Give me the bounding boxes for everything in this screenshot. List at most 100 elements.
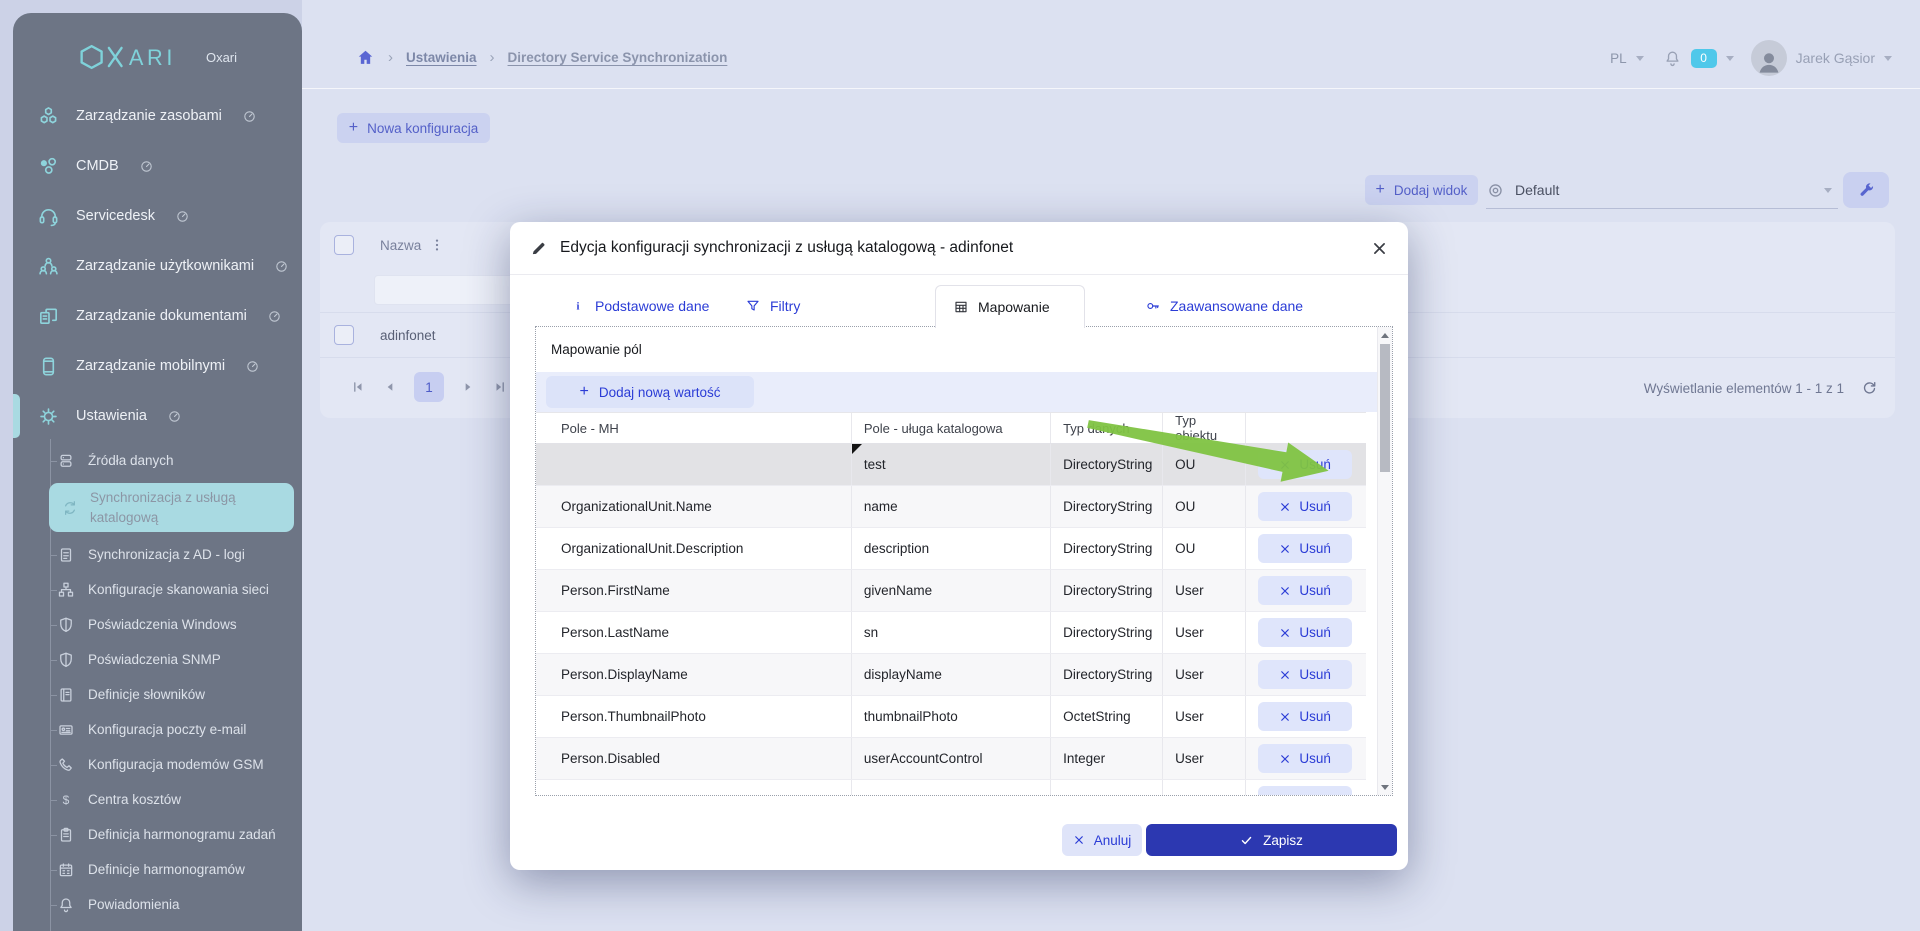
last-page-icon[interactable] (493, 380, 507, 394)
sidebar-item-zarządzanie-zasobami[interactable]: Zarządzanie zasobami (13, 91, 302, 141)
delete-row-button[interactable]: Usuń (1258, 618, 1352, 647)
first-page-icon[interactable] (351, 380, 365, 394)
sidebar-subitem-źródła-danych[interactable]: Źródła danych (13, 443, 302, 478)
page-number-button[interactable]: 1 (414, 372, 444, 402)
home-icon[interactable] (356, 48, 375, 67)
user-name: Jarek Gąsior (1796, 50, 1875, 66)
sidebar-subitem-label: Konfiguracja poczty e-mail (88, 722, 246, 737)
sidebar-subitem-definicja-harmonogramu-zadań[interactable]: Definicja harmonogramu zadań (13, 817, 302, 852)
mapping-row-person-lastname[interactable]: Person.LastNamesnDirectoryStringUserUsuń (536, 612, 1366, 654)
delete-label: Usuń (1299, 751, 1331, 766)
sidebar-subitem-definicje-harmonogramów[interactable]: Definicje harmonogramów (13, 852, 302, 887)
mapping-row-organizationalunit-description[interactable]: OrganizationalUnit.Descriptiondescriptio… (536, 528, 1366, 570)
sidebar-subitem-synchronizacja-z-ad-logi[interactable]: Synchronizacja z AD - logi (13, 537, 302, 572)
grid-settings-button[interactable] (1843, 172, 1889, 208)
edit-configuration-modal: Edycja konfiguracji synchronizacji z usł… (510, 222, 1408, 870)
cell-typ-obiektu: User (1163, 612, 1246, 654)
cell-pole-ldap: name (851, 486, 1050, 528)
column-menu-icon[interactable] (429, 237, 445, 253)
delete-row-button[interactable]: Usuń (1258, 660, 1352, 689)
delete-row-button[interactable]: Usuń (1258, 786, 1352, 796)
sidebar-main-nav: Zarządzanie zasobamiCMDBServicedeskZarzą… (13, 91, 302, 441)
cell-typ-obiektu: User (1163, 780, 1246, 797)
mapping-row-person-firstname[interactable]: Person.FirstNamegivenNameDirectoryString… (536, 570, 1366, 612)
logo[interactable]: ARI Oxari (13, 13, 302, 77)
gauge-icon (267, 309, 282, 324)
x-icon (1279, 669, 1291, 681)
mapping-row-person-thumbnailphoto[interactable]: Person.ThumbnailPhotothumbnailPhotoOctet… (536, 696, 1366, 738)
refresh-icon[interactable] (1860, 379, 1879, 398)
chevron-down-icon[interactable] (1636, 56, 1644, 61)
tab-filtry[interactable]: Filtry (745, 285, 800, 327)
tab-mapowanie[interactable]: Mapowanie (935, 285, 1085, 328)
delete-label: Usuń (1299, 541, 1331, 556)
sidebar-subitem-konfiguracje-skanowania-sieci[interactable]: Konfiguracje skanowania sieci (13, 572, 302, 607)
delete-row-button[interactable]: Usuń (1258, 534, 1352, 563)
sidebar-subitem-centra-kosztów[interactable]: $Centra kosztów (13, 782, 302, 817)
sidebar-subitem-definicje-słowników[interactable]: Definicje słowników (13, 677, 302, 712)
mapping-row-person-disabled[interactable]: Person.DisableduserAccountControlInteger… (536, 738, 1366, 780)
save-button[interactable]: Zapisz (1146, 824, 1397, 856)
bell-icon[interactable] (1663, 49, 1682, 68)
mapping-table-header: Pole - MHPole - uługa katalogowaTyp dany… (536, 413, 1366, 444)
mapping-row-person-displayname[interactable]: Person.DisplayNamedisplayNameDirectorySt… (536, 654, 1366, 696)
column-header-pole-uługa-katalogowa: Pole - uługa katalogowa (851, 413, 1050, 444)
next-page-icon[interactable] (461, 380, 475, 394)
mobile-icon (37, 355, 60, 378)
tab-podstawowe-dane[interactable]: iPodstawowe dane (570, 285, 709, 327)
scrollbar-thumb[interactable] (1380, 344, 1390, 472)
network-icon (57, 581, 75, 599)
row-checkbox[interactable] (334, 325, 354, 345)
delete-row-button[interactable]: Usuń (1258, 702, 1352, 731)
sidebar-subitem-poświadczenia-windows[interactable]: Poświadczenia Windows (13, 607, 302, 642)
sidebar-item-zarządzanie-mobilnymi[interactable]: Zarządzanie mobilnymi (13, 341, 302, 391)
language-selector[interactable]: PL (1610, 51, 1627, 66)
breadcrumb-current[interactable]: Directory Service Synchronization (508, 50, 728, 65)
delete-row-button[interactable]: Usuń (1258, 450, 1352, 479)
delete-row-button[interactable]: Usuń (1258, 492, 1352, 521)
delete-row-button[interactable]: Usuń (1258, 744, 1352, 773)
cell-pole-mh: OrganizationalUnit.Description (536, 528, 851, 570)
cell-pole-mh: Person.FirstName (536, 570, 851, 612)
prev-page-icon[interactable] (383, 380, 397, 394)
sidebar-item-zarządzanie-użytkownikami[interactable]: Zarządzanie użytkownikami (13, 241, 302, 291)
sidebar-subitem-konfiguracja-poczty-e-mail[interactable]: Konfiguracja poczty e-mail (13, 712, 302, 747)
breadcrumb-link-ustawienia[interactable]: Ustawienia (406, 50, 477, 65)
scroll-down-icon[interactable] (1378, 780, 1392, 794)
sidebar-item-ustawienia[interactable]: Ustawienia (13, 391, 302, 441)
close-icon[interactable] (1371, 240, 1388, 257)
delete-row-button[interactable]: Usuń (1258, 576, 1352, 605)
mapping-row-organizationalperson-jobtitle[interactable]: OrganizationalPerson.JobTitletitleDirect… (536, 780, 1366, 797)
vertical-scrollbar[interactable] (1377, 327, 1392, 795)
mapping-row-organizationalunit-name[interactable]: OrganizationalUnit.NamenameDirectoryStri… (536, 486, 1366, 528)
add-row-button[interactable]: + Dodaj nową wartość (546, 376, 754, 408)
add-view-button[interactable]: + Dodaj widok (1365, 175, 1478, 205)
delete-label: Usuń (1299, 625, 1331, 640)
cell-actions: Usuń (1246, 444, 1366, 486)
sidebar-subitem-powiadomienia[interactable]: Powiadomienia (13, 887, 302, 922)
scroll-up-icon[interactable] (1378, 328, 1392, 342)
chevron-down-icon[interactable] (1726, 56, 1734, 61)
sidebar-item-cmdb[interactable]: CMDB (13, 141, 302, 191)
gear-icon (37, 405, 60, 428)
delete-label: Usuń (1299, 457, 1331, 472)
sidebar-subitem-synchronizacja-z-usługą-katalogową[interactable]: Synchronizacja z usługą katalogową (49, 483, 294, 532)
phone-icon (57, 756, 75, 774)
cancel-button[interactable]: Anuluj (1062, 824, 1142, 856)
chevron-down-icon[interactable] (1884, 56, 1892, 61)
new-configuration-button[interactable]: + Nowa konfiguracja (337, 113, 490, 143)
sidebar-subitem-label: Definicja harmonogramu zadań (88, 827, 276, 842)
avatar[interactable] (1751, 40, 1787, 76)
select-all-checkbox[interactable] (334, 235, 354, 255)
sidebar: ARI Oxari Zarządzanie zasobamiCMDBServic… (13, 13, 302, 931)
sidebar-item-zarządzanie-dokumentami[interactable]: Zarządzanie dokumentami (13, 291, 302, 341)
view-selector[interactable]: Default (1486, 172, 1838, 209)
notifications-badge[interactable]: 0 (1691, 49, 1717, 68)
sidebar-subitem-definicje-widżetów[interactable]: Definicje widżetów (13, 922, 302, 931)
sidebar-subitem-konfiguracja-modemów-gsm[interactable]: Konfiguracja modemów GSM (13, 747, 302, 782)
sidebar-subitem-poświadczenia-snmp[interactable]: Poświadczenia SNMP (13, 642, 302, 677)
mapping-row-test[interactable]: testDirectoryStringOUUsuń (536, 444, 1366, 486)
sidebar-item-servicedesk[interactable]: Servicedesk (13, 191, 302, 241)
tab-zaawansowane-dane[interactable]: Zaawansowane dane (1145, 285, 1303, 327)
nodes-icon (37, 105, 60, 128)
